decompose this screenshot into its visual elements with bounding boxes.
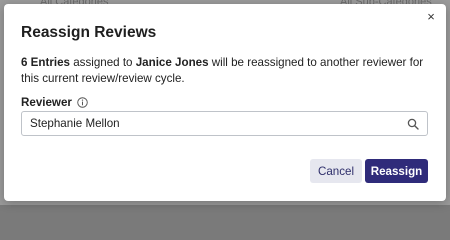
reviewer-search-field[interactable] [21,111,428,136]
dialog-title: Reassign Reviews [21,24,157,41]
entries-count: 6 Entries [21,56,70,69]
info-icon[interactable] [77,97,88,108]
reviewer-label-row: Reviewer [21,96,88,109]
reviewer-label: Reviewer [21,96,72,109]
reassign-button[interactable]: Reassign [365,159,428,183]
search-icon[interactable] [407,118,419,130]
dialog-message: 6 Entries assigned to Janice Jones will … [21,55,431,87]
message-text: assigned to [69,56,136,69]
reviewer-input[interactable] [22,112,407,135]
close-button[interactable]: × [424,9,438,23]
close-icon: × [427,8,435,24]
reassign-reviews-dialog: × Reassign Reviews 6 Entries assigned to… [4,4,446,201]
cancel-button[interactable]: Cancel [310,159,362,183]
current-reviewer-name: Janice Jones [135,56,209,69]
